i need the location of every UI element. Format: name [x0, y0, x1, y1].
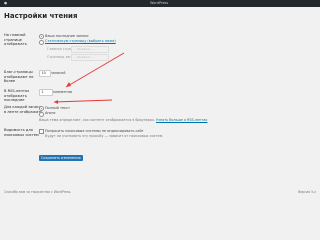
feed-suffix: элементов [53, 90, 73, 94]
feed-label: В RSS-лентах отображать последние [4, 89, 30, 103]
blog-pages-label: Блог-страницы отображают не более [4, 70, 34, 84]
home-page-select[interactable]: — Выбрать — [71, 46, 109, 53]
option-latest-posts: Ваши последние записи [45, 33, 89, 38]
search-visibility-label: Видимость для поисковых систем [4, 128, 39, 137]
feed-count-value: 1 [41, 90, 44, 95]
feed-content-note: Ваша тема определяет, как контент отобра… [39, 118, 207, 122]
posts-per-page-input[interactable]: 10 [39, 70, 51, 77]
admin-bar: ● WordPress [0, 0, 320, 7]
feed-count-input[interactable]: 1 [39, 89, 53, 96]
footer-credit: Спасибо вам за творчество с WordPress. [4, 190, 72, 194]
admin-bar-home[interactable]: ● [4, 1, 7, 6]
home-page-placeholder: — Выбрать — [73, 47, 95, 52]
posts-per-page-value: 10 [41, 71, 46, 76]
admin-bar-title[interactable]: WordPress [150, 1, 168, 6]
discourage-search-label: Попросить поисковые системы не индексиро… [45, 128, 144, 133]
page-title: Настройки чтения [4, 12, 78, 20]
radio-excerpt[interactable] [39, 111, 44, 117]
front-page-label: На главной странице отображать [4, 33, 27, 47]
radio-latest-posts[interactable] [39, 34, 44, 39]
radio-full-text[interactable] [39, 106, 44, 111]
feed-note-text: Ваша тема определяет, как контент отобра… [39, 118, 155, 122]
footer-version: Версия 5.x [298, 190, 316, 194]
discourage-search-checkbox[interactable] [39, 129, 44, 134]
radio-static-page[interactable] [39, 39, 44, 45]
option-full-text: Полный текст [45, 105, 70, 110]
posts-page-select[interactable]: — Выбрать — [71, 54, 109, 61]
save-changes-button[interactable]: Сохранить изменения [39, 155, 83, 161]
posts-page-placeholder: — Выбрать — [73, 55, 95, 60]
blog-pages-suffix: записей [51, 71, 66, 75]
feed-note-link[interactable]: Узнать больше о RSS-лентах [156, 118, 207, 122]
feed-content-label: Для каждой записи в ленте отображать [4, 105, 43, 114]
search-note: Будут ли учитывать эту просьбу — зависит… [45, 134, 164, 138]
option-static-page[interactable]: Статическую страницу (выбрать ниже) [45, 39, 116, 43]
option-excerpt: Анонс [45, 111, 56, 115]
settings-content: Настройки чтения На главной странице ото… [0, 7, 320, 200]
